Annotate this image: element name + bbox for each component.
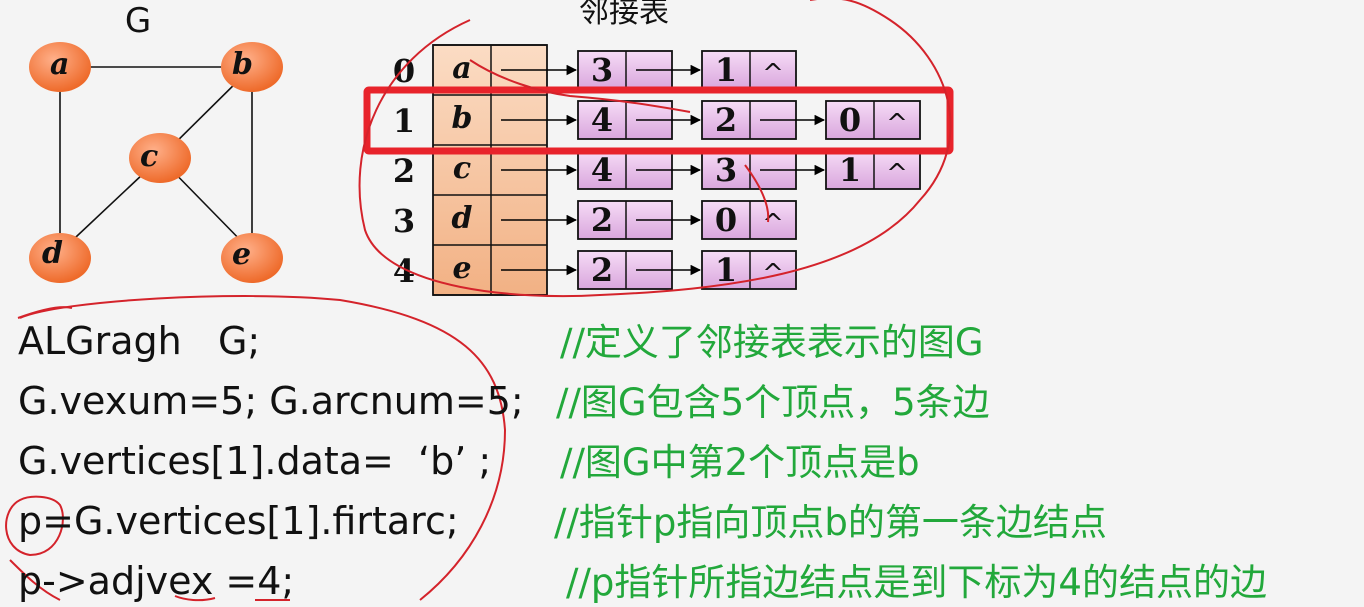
null-pointer: ^ <box>762 209 784 239</box>
row-index: 0 <box>393 52 415 90</box>
comment-line-5: //p指针所指边结点是到下标为4的结点的边 <box>566 561 1267 604</box>
head-vertex-label: a <box>452 51 471 86</box>
code-line-2: G.vexum=5; G.arcnum=5; <box>18 379 524 423</box>
graph-title: G <box>125 1 151 41</box>
edge-node-adjvex: 4 <box>591 101 613 139</box>
vertex-e: e <box>221 233 283 283</box>
edge-node-adjvex: 3 <box>591 51 613 89</box>
edge-node-adjvex: 1 <box>715 51 737 89</box>
head-vertex-label: e <box>452 251 471 286</box>
vertex-label: b <box>232 47 253 82</box>
edge-node-adjvex: 2 <box>715 101 737 139</box>
vertex-c: c <box>129 133 191 183</box>
adjacency-list: 0 a 3 1 ^1 b 4 2 0 ^2 c 4 3 1 ^3 d 2 0 ^4 e 2 1 ^ <box>393 44 921 296</box>
null-pointer: ^ <box>762 59 784 89</box>
row-index: 1 <box>393 102 415 140</box>
comment-line-1: //定义了邻接表表示的图G <box>560 321 984 364</box>
null-pointer: ^ <box>886 109 908 139</box>
vertex-a: a <box>29 42 91 92</box>
code-line-4: p=G.vertices[1].firtarc; <box>18 499 459 543</box>
adj-list-title: 邻接表 <box>579 0 669 30</box>
edge-node-adjvex: 2 <box>591 251 613 289</box>
row-index: 3 <box>393 202 415 240</box>
edge-node-adjvex: 3 <box>715 151 737 189</box>
vertex-label: d <box>42 236 63 271</box>
vertex-label: a <box>50 47 69 82</box>
code-line-5: p->adjvex =4; <box>18 559 295 603</box>
head-vertex-label: d <box>452 201 473 236</box>
edge-node-adjvex: 0 <box>839 101 861 139</box>
graph-vertices: a b c d e <box>29 42 283 283</box>
comment-line-4: //指针p指向顶点b的第一条边结点 <box>554 501 1107 544</box>
edge-node-adjvex: 1 <box>839 151 861 189</box>
null-pointer: ^ <box>886 159 908 189</box>
row-index: 2 <box>393 152 415 190</box>
head-vertex-label: b <box>452 101 473 136</box>
vertex-b: b <box>221 42 283 92</box>
comment-line-2: //图G包含5个顶点，5条边 <box>556 381 990 424</box>
head-vertex-label: c <box>453 151 471 186</box>
code-line-1: ALGragh G; <box>18 319 261 363</box>
edge-node-adjvex: 4 <box>591 151 613 189</box>
edge-node-adjvex: 0 <box>715 201 737 239</box>
code-line-3: G.vertices[1].data= ‘b’ ; <box>18 439 492 483</box>
vertex-label: e <box>232 237 251 272</box>
edge-node-adjvex: 2 <box>591 201 613 239</box>
vertex-d: d <box>29 233 91 283</box>
vertex-label: c <box>140 139 158 174</box>
comment-line-3: //图G中第2个顶点是b <box>560 441 920 484</box>
row-index: 4 <box>393 252 415 290</box>
